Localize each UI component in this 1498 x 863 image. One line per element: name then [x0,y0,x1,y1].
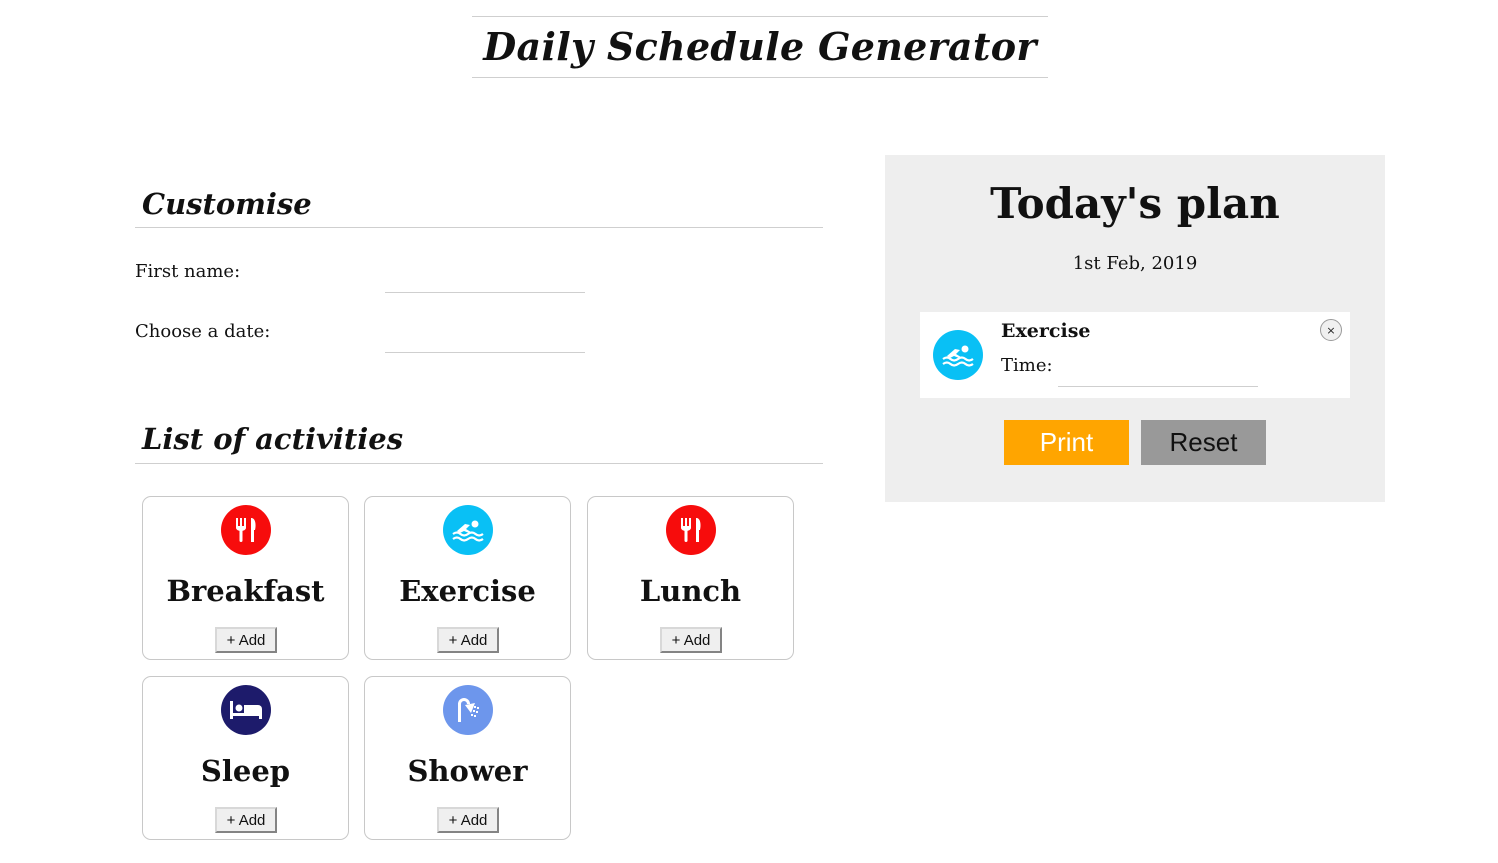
first-name-label: First name: [135,261,241,282]
todays-plan-panel: Today's plan 1st Feb, 2019 Exercise Time… [885,155,1385,502]
activity-name: Exercise [399,574,536,608]
date-label: Choose a date: [135,321,271,342]
activities-heading: List of activities [135,415,823,464]
remove-item-button[interactable]: × [1320,319,1342,341]
customise-heading: Customise [135,180,823,228]
activity-card-exercise: Exercise + Add [364,496,571,660]
first-name-input[interactable] [385,268,585,293]
activity-card-shower: Shower + Add [364,676,571,840]
add-exercise-button[interactable]: + Add [437,627,499,653]
print-button[interactable]: Print [1004,420,1129,465]
activity-card-breakfast: Breakfast + Add [142,496,349,660]
page-title: Daily Schedule Generator [472,16,1048,78]
date-input[interactable] [385,328,585,353]
add-shower-button[interactable]: + Add [437,807,499,833]
plan-title: Today's plan [990,179,1280,228]
reset-button[interactable]: Reset [1141,420,1266,465]
plan-item-time-input[interactable] [1058,360,1258,387]
plan-item-time-label: Time: [1001,355,1053,376]
plan-item: Exercise Time: × [920,312,1350,398]
utensils-icon [666,505,716,555]
activity-name: Breakfast [166,574,325,608]
activity-name: Shower [407,754,528,788]
add-breakfast-button[interactable]: + Add [215,627,277,653]
swimmer-icon [933,330,983,380]
bed-icon [221,685,271,735]
plan-date: 1st Feb, 2019 [1072,253,1198,274]
add-lunch-button[interactable]: + Add [660,627,722,653]
utensils-icon [221,505,271,555]
shower-icon [443,685,493,735]
activity-card-sleep: Sleep + Add [142,676,349,840]
activity-name: Lunch [639,574,742,608]
activity-card-lunch: Lunch + Add [587,496,794,660]
activity-name: Sleep [200,754,291,788]
plan-item-name: Exercise [1001,320,1091,342]
add-sleep-button[interactable]: + Add [215,807,277,833]
swimmer-icon [443,505,493,555]
